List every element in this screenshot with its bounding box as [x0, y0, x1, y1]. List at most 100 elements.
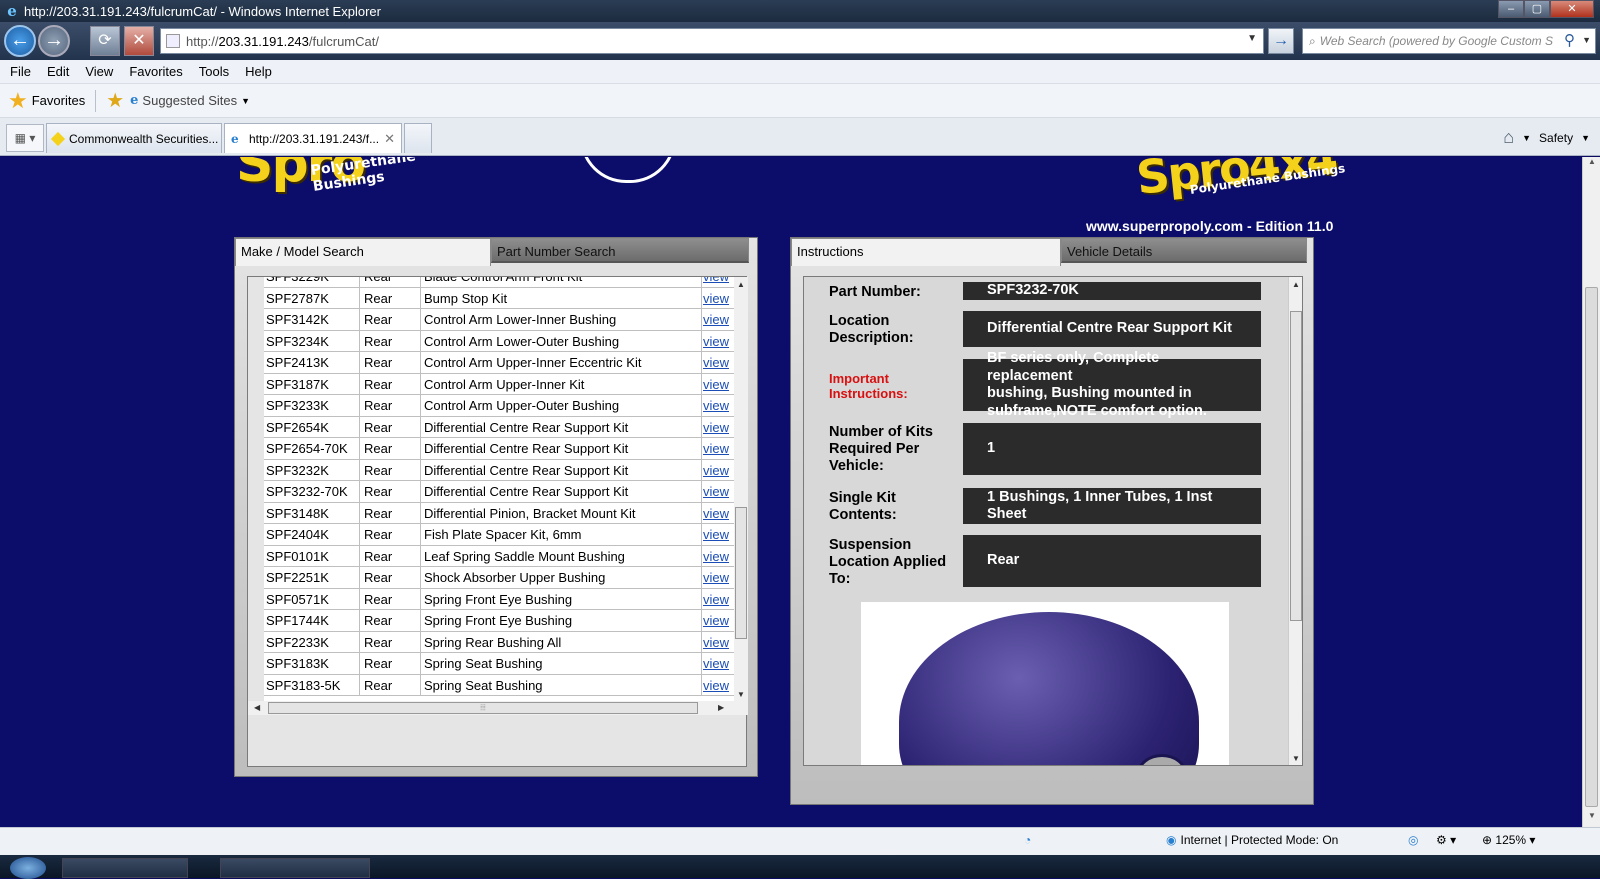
- tab-make-model-search[interactable]: Make / Model Search: [235, 238, 491, 266]
- search-input[interactable]: ⌕ Web Search (powered by Google Custom S…: [1302, 28, 1596, 54]
- home-icon[interactable]: ⌂: [1503, 127, 1514, 148]
- view-link[interactable]: view: [703, 653, 733, 674]
- chevron-down-icon[interactable]: ▼: [241, 96, 250, 106]
- menu-edit[interactable]: Edit: [47, 64, 69, 79]
- table-row[interactable]: SPF0101K Rear Leaf Spring Saddle Mount Bus…: [264, 545, 734, 567]
- view-link[interactable]: view: [703, 589, 733, 610]
- scroll-up-icon[interactable]: ▲: [1583, 157, 1600, 173]
- menu-favorites[interactable]: Favorites: [129, 64, 182, 79]
- refresh-button[interactable]: ⟳: [90, 26, 120, 56]
- view-link[interactable]: view: [703, 481, 733, 502]
- search-dropdown-icon[interactable]: ▼: [1582, 35, 1591, 45]
- table-row[interactable]: SPF3232K Rear Differential Centre Rear Sup…: [264, 459, 734, 481]
- view-link[interactable]: view: [703, 277, 733, 287]
- security-icon[interactable]: ⚙ ▾: [1436, 833, 1456, 847]
- forward-button[interactable]: →: [38, 25, 70, 57]
- zone-indicator[interactable]: ◉ Internet | Protected Mode: On: [1166, 833, 1338, 847]
- view-link[interactable]: view: [703, 438, 733, 459]
- suggested-sites-link[interactable]: Suggested Sites: [142, 93, 237, 108]
- scroll-up-icon[interactable]: ▲: [1289, 280, 1302, 289]
- view-link[interactable]: view: [703, 288, 733, 309]
- tab-commonwealth[interactable]: Commonwealth Securities...: [46, 123, 222, 153]
- table-row[interactable]: SPF3183-5K Rear Spring Seat Bushing view: [264, 674, 734, 696]
- scroll-up-icon[interactable]: ▲: [734, 280, 748, 289]
- view-link[interactable]: view: [703, 309, 733, 330]
- go-button[interactable]: →: [1268, 28, 1294, 54]
- details-scrollbar[interactable]: ▲ ▼: [1288, 277, 1302, 765]
- url-dropdown-icon[interactable]: ▼: [1247, 33, 1257, 44]
- list-horizontal-scrollbar[interactable]: ◀ ⦙⦙⦙ ▶: [248, 701, 748, 715]
- maximize-button[interactable]: ▢: [1524, 0, 1550, 18]
- view-link[interactable]: view: [703, 331, 733, 352]
- back-button[interactable]: ←: [4, 25, 36, 57]
- menu-tools[interactable]: Tools: [199, 64, 229, 79]
- table-row[interactable]: SPF3187K Rear Control Arm Upper-Inner Kit v…: [264, 373, 734, 395]
- scroll-thumb[interactable]: ⦙⦙⦙: [268, 702, 698, 714]
- view-link[interactable]: view: [703, 395, 733, 416]
- view-link[interactable]: view: [703, 546, 733, 567]
- chevron-down-icon[interactable]: ▼: [1581, 133, 1590, 143]
- table-row[interactable]: SPF3148K Rear Differential Pinion, Bracket…: [264, 502, 734, 524]
- search-icon[interactable]: ⚲: [1564, 31, 1575, 49]
- scroll-down-icon[interactable]: ▼: [734, 690, 748, 699]
- view-link[interactable]: view: [703, 417, 733, 438]
- close-tab-icon[interactable]: ✕: [384, 131, 395, 147]
- menu-view[interactable]: View: [85, 64, 113, 79]
- zoom-control[interactable]: ⊕ 125% ▾: [1482, 833, 1535, 847]
- favorites-button[interactable]: Favorites: [32, 93, 85, 108]
- scroll-thumb[interactable]: [1290, 311, 1302, 621]
- table-row[interactable]: SPF2251K Rear Shock Absorber Upper Bushing…: [264, 567, 734, 589]
- scroll-right-icon[interactable]: ▶: [718, 701, 724, 715]
- table-row[interactable]: SPF2654K Rear Differential Centre Rear Sup…: [264, 416, 734, 438]
- page-vertical-scrollbar[interactable]: ▲ ▼: [1582, 157, 1600, 827]
- protected-mode-icon[interactable]: ◎: [1408, 833, 1418, 847]
- tab-instructions[interactable]: Instructions: [791, 238, 1061, 266]
- table-row[interactable]: SPF3232-70K Rear Differential Centre Rear …: [264, 481, 734, 503]
- tab-vehicle-details[interactable]: Vehicle Details: [1061, 238, 1307, 263]
- view-link[interactable]: view: [703, 632, 733, 653]
- description-cell: Spring Front Eye Bushing: [422, 610, 702, 631]
- url-input[interactable]: http://203.31.191.243/fulcrumCat/ ▼: [160, 28, 1264, 54]
- scroll-down-icon[interactable]: ▼: [1583, 811, 1600, 827]
- view-link[interactable]: view: [703, 352, 733, 373]
- add-favorite-icon[interactable]: ★: [106, 88, 124, 113]
- table-row[interactable]: SPF3233K Rear Control Arm Upper-Outer Bush…: [264, 395, 734, 417]
- view-link[interactable]: view: [703, 610, 733, 631]
- chevron-down-icon[interactable]: ▼: [1522, 133, 1531, 143]
- taskbar-item[interactable]: [220, 858, 370, 878]
- safety-menu[interactable]: Safety: [1539, 131, 1573, 145]
- table-row[interactable]: SPF3142K Rear Control Arm Lower-Inner Bush…: [264, 309, 734, 331]
- tab-part-number-search[interactable]: Part Number Search: [491, 238, 749, 263]
- table-row[interactable]: SPF3234K Rear Control Arm Lower-Outer Bush…: [264, 330, 734, 352]
- start-button[interactable]: [10, 857, 46, 879]
- minimize-button[interactable]: –: [1498, 0, 1524, 18]
- stop-button[interactable]: ✕: [124, 26, 154, 56]
- view-link[interactable]: view: [703, 460, 733, 481]
- table-row[interactable]: SPF2404K Rear Fish Plate Spacer Kit, 6mm vi…: [264, 524, 734, 546]
- table-row[interactable]: SPF2233K Rear Spring Rear Bushing All view: [264, 631, 734, 653]
- table-row[interactable]: SPF2413K Rear Control Arm Upper-Inner Ecce…: [264, 352, 734, 374]
- scroll-down-icon[interactable]: ▼: [1289, 754, 1302, 763]
- taskbar-item[interactable]: [62, 858, 188, 878]
- view-link[interactable]: view: [703, 567, 733, 588]
- quick-tabs-button[interactable]: ▦ ▾: [6, 124, 44, 152]
- table-row[interactable]: SPF2787K Rear Bump Stop Kit view: [264, 287, 734, 309]
- list-vertical-scrollbar[interactable]: ▲ ▼: [734, 277, 748, 701]
- tab-fulcrumcat[interactable]: e http://203.31.191.243/f... ✕: [224, 123, 402, 153]
- menu-help[interactable]: Help: [245, 64, 272, 79]
- view-link[interactable]: view: [703, 374, 733, 395]
- scroll-thumb[interactable]: [1585, 287, 1598, 807]
- view-link[interactable]: view: [703, 503, 733, 524]
- table-row[interactable]: SPF3183K Rear Spring Seat Bushing view: [264, 653, 734, 675]
- table-row[interactable]: SPF2654-70K Rear Differential Centre Rear …: [264, 438, 734, 460]
- table-row[interactable]: SPF1744K Rear Spring Front Eye Bushing view: [264, 610, 734, 632]
- new-tab-button[interactable]: [404, 123, 432, 153]
- scroll-thumb[interactable]: [735, 507, 747, 639]
- view-link[interactable]: view: [703, 675, 733, 696]
- table-row[interactable]: SPF0571K Rear Spring Front Eye Bushing view: [264, 588, 734, 610]
- menu-file[interactable]: File: [10, 64, 31, 79]
- close-button[interactable]: ✕: [1550, 0, 1594, 18]
- table-row[interactable]: SPF3229KRearBlade Control Arm Front Kitv…: [264, 277, 734, 288]
- view-link[interactable]: view: [703, 524, 733, 545]
- scroll-left-icon[interactable]: ◀: [254, 701, 260, 715]
